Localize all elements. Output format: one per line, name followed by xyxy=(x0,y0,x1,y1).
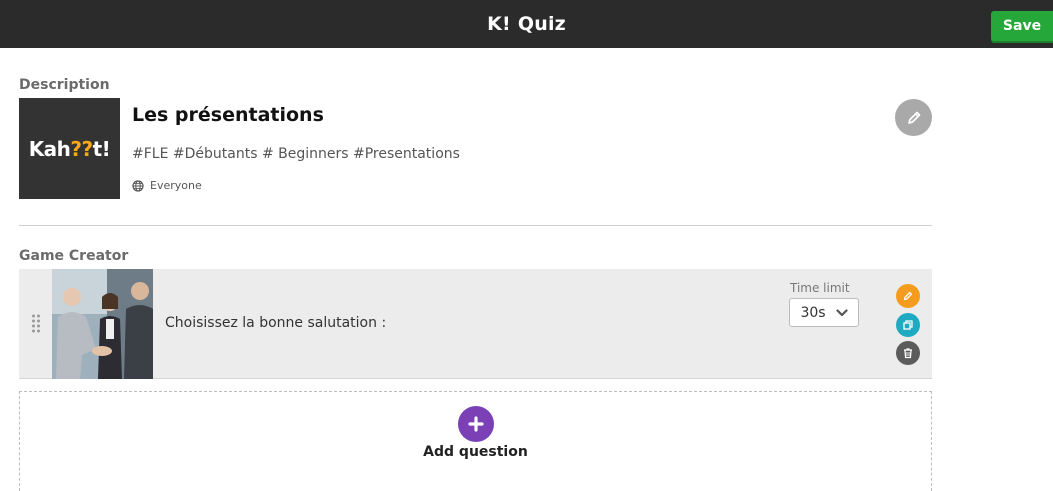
quiz-title: Les présentations xyxy=(132,104,324,126)
duplicate-question-button[interactable] xyxy=(896,313,920,337)
top-bar: K! Quiz Save xyxy=(0,0,1053,48)
app-title: Quiz xyxy=(517,13,566,35)
description-section-label: Description xyxy=(19,77,110,93)
section-divider xyxy=(19,225,932,226)
cover-text-b: t! xyxy=(92,136,111,161)
question-row[interactable]: Choisissez la bonne salutation : Time li… xyxy=(19,269,932,379)
visibility-label: Everyone xyxy=(150,179,202,192)
time-limit-select[interactable]: 30s xyxy=(789,298,859,327)
question-text: Choisissez la bonne salutation : xyxy=(165,315,387,331)
time-limit-value: 30s xyxy=(800,304,826,321)
add-question-button[interactable] xyxy=(458,406,494,442)
save-button[interactable]: Save xyxy=(991,11,1053,41)
time-limit-label: Time limit xyxy=(790,281,850,295)
cover-text-a: Kah xyxy=(28,136,71,161)
quiz-cover-image[interactable]: Kah?? t! xyxy=(19,98,120,199)
duplicate-icon xyxy=(903,320,913,330)
trash-icon xyxy=(904,348,912,359)
pencil-icon xyxy=(903,291,913,301)
globe-icon xyxy=(132,179,144,192)
cover-text-q: ?? xyxy=(70,136,93,161)
drag-dots-icon xyxy=(31,314,40,333)
app-brand: K! Quiz xyxy=(0,0,1053,48)
add-question-area[interactable]: Add question xyxy=(19,391,932,491)
kahoot-logo: K! xyxy=(487,13,511,35)
delete-question-button[interactable] xyxy=(896,341,920,365)
visibility-info: Everyone xyxy=(132,179,202,192)
question-image[interactable] xyxy=(52,269,153,379)
edit-question-button[interactable] xyxy=(896,284,920,308)
drag-handle[interactable] xyxy=(19,269,52,379)
add-question-label[interactable]: Add question xyxy=(20,444,931,460)
pencil-icon xyxy=(907,111,920,124)
edit-description-button[interactable] xyxy=(895,99,932,136)
business-handshake-photo xyxy=(52,269,153,379)
quiz-tags: #FLE #Débutants # Beginners #Presentatio… xyxy=(132,146,460,162)
chevron-down-icon xyxy=(835,308,848,316)
game-creator-section-label: Game Creator xyxy=(19,248,129,264)
plus-icon xyxy=(468,416,484,432)
